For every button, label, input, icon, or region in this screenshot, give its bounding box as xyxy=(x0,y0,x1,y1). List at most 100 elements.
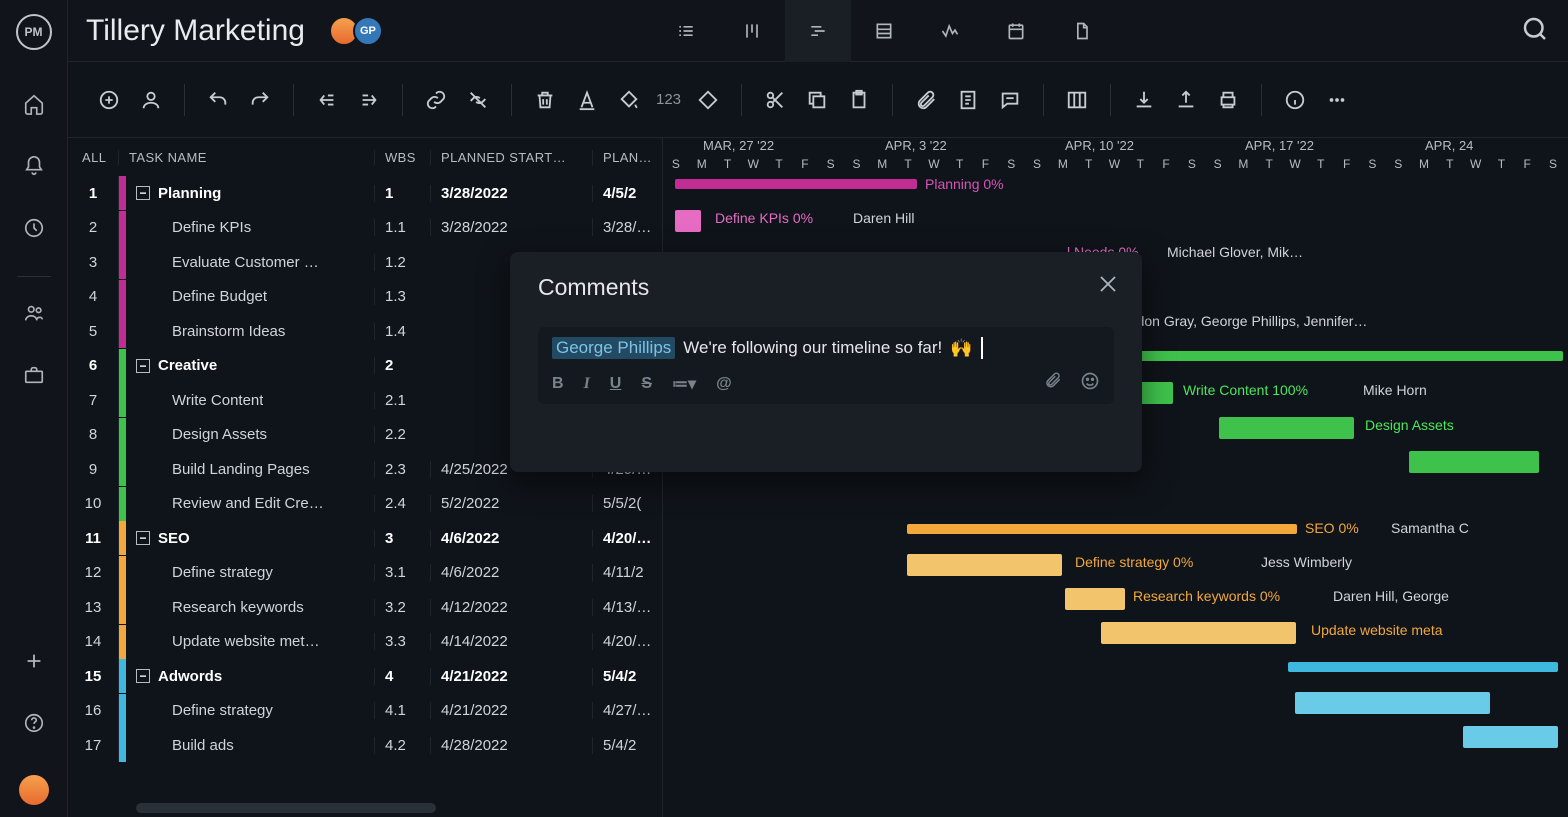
task-name-cell: Research keywords xyxy=(118,590,374,624)
people-icon[interactable] xyxy=(16,295,52,331)
print-icon[interactable] xyxy=(1209,81,1247,119)
gantt-bar[interactable] xyxy=(1409,451,1539,473)
delete-icon[interactable] xyxy=(526,81,564,119)
end-date-cell: 4/27/… xyxy=(592,702,662,719)
chat-icon[interactable] xyxy=(991,81,1029,119)
gantt-bar[interactable] xyxy=(1463,726,1558,748)
strike-icon[interactable]: S xyxy=(641,375,652,393)
collapse-icon[interactable]: − xyxy=(136,531,150,545)
table-row[interactable]: 2 Define KPIs 1.1 3/28/2022 3/28/… xyxy=(68,211,662,246)
assign-icon[interactable] xyxy=(132,81,170,119)
user-avatar[interactable] xyxy=(19,775,49,805)
cut-icon[interactable] xyxy=(756,81,794,119)
undo-icon[interactable] xyxy=(199,81,237,119)
mention-icon[interactable]: @ xyxy=(716,375,732,393)
table-row[interactable]: 17 Build ads 4.2 4/28/2022 5/4/2 xyxy=(68,728,662,763)
gantt-bar[interactable] xyxy=(675,210,701,232)
close-icon[interactable] xyxy=(1096,272,1120,296)
percent-button[interactable]: 123 xyxy=(652,91,685,108)
list-icon[interactable]: ≔▾ xyxy=(672,374,696,394)
gantt-bar[interactable] xyxy=(1101,622,1296,644)
gantt-bar[interactable] xyxy=(675,179,917,189)
project-title: Tillery Marketing xyxy=(86,14,305,48)
list-view-button[interactable] xyxy=(653,0,719,62)
table-row[interactable]: 13 Research keywords 3.2 4/12/2022 4/13/… xyxy=(68,590,662,625)
add-icon[interactable] xyxy=(16,643,52,679)
italic-icon[interactable]: I xyxy=(584,375,590,393)
redo-icon[interactable] xyxy=(241,81,279,119)
collapse-icon[interactable]: − xyxy=(136,359,150,373)
dashboard-view-button[interactable] xyxy=(917,0,983,62)
color-indicator xyxy=(119,590,126,624)
unlink-icon[interactable] xyxy=(459,81,497,119)
table-row[interactable]: 14 Update website met… 3.3 4/14/2022 4/2… xyxy=(68,625,662,660)
gantt-bar[interactable] xyxy=(1065,588,1125,610)
start-date-cell: 5/2/2022 xyxy=(430,495,592,512)
header-all[interactable]: ALL xyxy=(68,150,118,165)
paste-icon[interactable] xyxy=(840,81,878,119)
more-icon[interactable] xyxy=(1318,81,1356,119)
file-view-button[interactable] xyxy=(1049,0,1115,62)
row-number: 6 xyxy=(68,357,118,374)
home-icon[interactable] xyxy=(16,86,52,122)
gantt-bar[interactable] xyxy=(1295,692,1490,714)
milestone-icon[interactable] xyxy=(689,81,727,119)
indent-icon[interactable] xyxy=(350,81,388,119)
member-avatars[interactable]: GP xyxy=(329,16,377,46)
timeline-day: F xyxy=(1153,157,1179,171)
gantt-chart[interactable]: MAR, 27 '22APR, 3 '22APR, 10 '22APR, 17 … xyxy=(663,138,1568,817)
table-row[interactable]: 11 − SEO 3 4/6/2022 4/20/… xyxy=(68,521,662,556)
gantt-bar[interactable] xyxy=(1288,662,1558,672)
gantt-bar[interactable] xyxy=(907,554,1062,576)
task-name-text: Write Content xyxy=(172,392,263,409)
link-icon[interactable] xyxy=(417,81,455,119)
table-row[interactable]: 16 Define strategy 4.1 4/21/2022 4/27/… xyxy=(68,694,662,729)
export-icon[interactable] xyxy=(1167,81,1205,119)
gantt-label: Research keywords 0% xyxy=(1133,588,1280,604)
gantt-view-button[interactable] xyxy=(785,0,851,62)
collapse-icon[interactable]: − xyxy=(136,669,150,683)
table-row[interactable]: 15 − Adwords 4 4/21/2022 5/4/2 xyxy=(68,659,662,694)
comment-input-box[interactable]: George Phillips We're following our time… xyxy=(538,327,1114,404)
search-icon[interactable] xyxy=(1520,14,1550,44)
briefcase-icon[interactable] xyxy=(16,357,52,393)
attachment-icon[interactable] xyxy=(907,81,945,119)
calendar-view-button[interactable] xyxy=(983,0,1049,62)
bold-icon[interactable]: B xyxy=(552,375,564,393)
gantt-bar[interactable] xyxy=(1219,417,1354,439)
info-icon[interactable] xyxy=(1276,81,1314,119)
emoji-picker-icon[interactable] xyxy=(1080,371,1100,396)
header-planned-start[interactable]: PLANNED START… xyxy=(430,150,592,165)
copy-icon[interactable] xyxy=(798,81,836,119)
attach-file-icon[interactable] xyxy=(1044,371,1062,396)
add-task-icon[interactable] xyxy=(90,81,128,119)
fill-icon[interactable] xyxy=(610,81,648,119)
help-icon[interactable] xyxy=(16,705,52,741)
header-planned-end[interactable]: PLAN… xyxy=(592,150,662,165)
board-view-button[interactable] xyxy=(719,0,785,62)
history-icon[interactable] xyxy=(16,210,52,246)
start-date-cell: 4/21/2022 xyxy=(430,668,592,685)
table-scrollbar[interactable] xyxy=(136,803,436,813)
underline-icon[interactable]: U xyxy=(610,375,622,393)
table-row[interactable]: 10 Review and Edit Cre… 2.4 5/2/2022 5/5… xyxy=(68,487,662,522)
bell-icon[interactable] xyxy=(16,148,52,184)
columns-icon[interactable] xyxy=(1058,81,1096,119)
timeline-week: APR, 3 '22 xyxy=(885,138,947,153)
outdent-icon[interactable] xyxy=(308,81,346,119)
sheet-view-button[interactable] xyxy=(851,0,917,62)
header-task-name[interactable]: TASK NAME xyxy=(118,150,374,165)
task-name-text: Adwords xyxy=(158,668,222,685)
gantt-bar[interactable] xyxy=(907,524,1297,534)
import-icon[interactable] xyxy=(1125,81,1163,119)
collapse-icon[interactable]: − xyxy=(136,186,150,200)
gantt-label: Define KPIs 0% xyxy=(715,210,813,226)
app-logo[interactable]: PM xyxy=(16,14,52,50)
notes-icon[interactable] xyxy=(949,81,987,119)
table-row[interactable]: 1 − Planning 1 3/28/2022 4/5/2 xyxy=(68,176,662,211)
timeline-day: S xyxy=(818,157,844,171)
mention-chip: George Phillips xyxy=(552,337,675,359)
header-wbs[interactable]: WBS xyxy=(374,150,430,165)
text-style-icon[interactable] xyxy=(568,81,606,119)
table-row[interactable]: 12 Define strategy 3.1 4/6/2022 4/11/2 xyxy=(68,556,662,591)
